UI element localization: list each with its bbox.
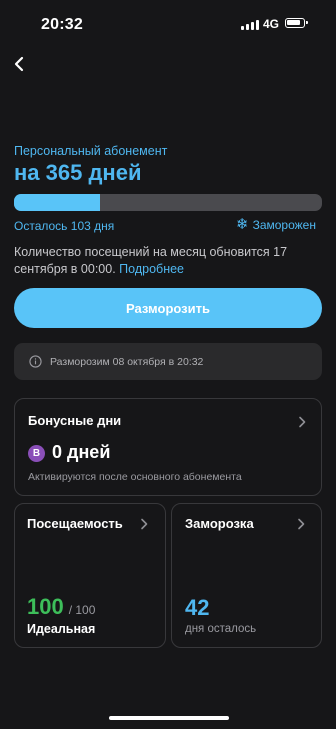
bonus-days-value: 0 дней <box>52 442 111 462</box>
attendance-title: Посещаемость <box>27 516 123 531</box>
subscription-title: на 365 дней <box>14 160 142 185</box>
freeze-days-value: 42 <box>185 595 210 620</box>
home-indicator[interactable] <box>109 716 229 720</box>
bonus-days-title: Бонусные дни <box>28 413 122 428</box>
freeze-card[interactable]: Заморозка 42 дня осталось <box>171 503 322 648</box>
info-icon <box>29 355 42 368</box>
chevron-right-icon <box>298 518 305 530</box>
unfreeze-button[interactable]: Разморозить <box>14 288 322 328</box>
status-time: 20:32 <box>41 16 83 33</box>
subscription-progress-bar <box>14 194 322 211</box>
frozen-status: ❄ Заморожен <box>236 217 316 232</box>
bonus-days-description: Активируются после основного абонемента <box>28 471 242 483</box>
visits-info: Количество посещений на месяц обновится … <box>14 244 314 278</box>
unfreeze-notice: Разморозим 08 октября в 20:32 <box>14 343 322 380</box>
snowflake-icon: ❄ <box>236 216 249 233</box>
back-button[interactable] <box>8 52 32 76</box>
freeze-days-label: дня осталось <box>185 623 257 635</box>
notice-text: Разморозим 08 октября в 20:32 <box>50 355 204 368</box>
attendance-label: Идеальная <box>27 622 96 636</box>
remaining-days: Осталось 103 дня <box>14 219 115 233</box>
signal-icon <box>241 19 259 30</box>
subscription-type: Персональный абонемент <box>14 144 168 158</box>
chevron-left-icon <box>14 56 24 72</box>
network-type: 4G <box>263 17 280 31</box>
attendance-score: 100 / 100 <box>27 594 95 620</box>
attendance-total: / 100 <box>68 603 96 617</box>
chevron-right-icon <box>299 416 306 428</box>
frozen-label: Заморожен <box>252 217 316 232</box>
battery-icon <box>285 18 308 28</box>
attendance-value: 100 <box>27 594 64 619</box>
attendance-card[interactable]: Посещаемость 100 / 100 Идеальная <box>14 503 166 648</box>
progress-fill <box>14 194 101 211</box>
freeze-title: Заморозка <box>185 516 254 531</box>
bonus-days-card[interactable]: Бонусные дни B 0 дней Активируются после… <box>14 398 322 496</box>
more-link[interactable]: Подробнее <box>119 262 184 276</box>
bonus-badge-icon: B <box>28 445 45 462</box>
chevron-right-icon <box>141 518 148 530</box>
